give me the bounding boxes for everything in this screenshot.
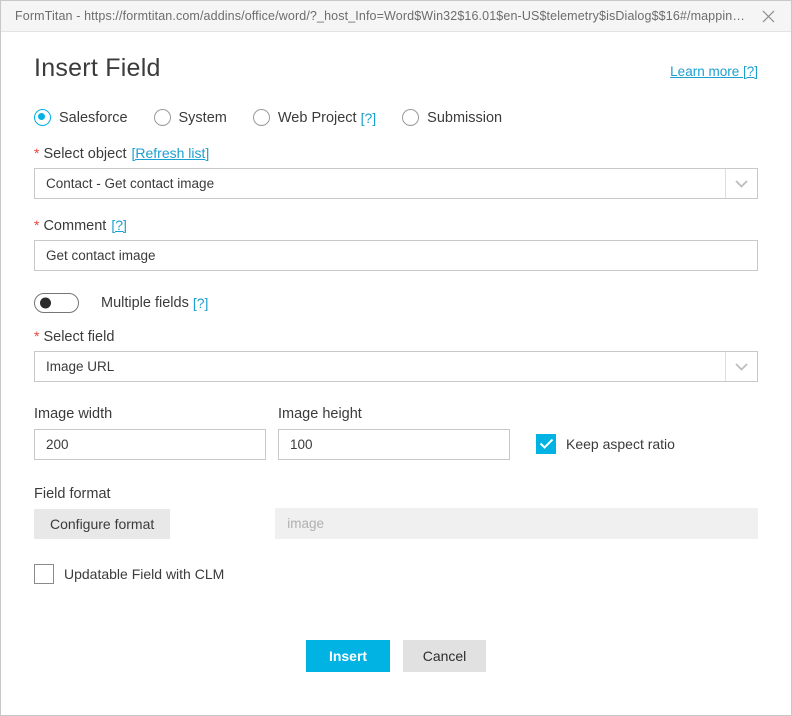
- chevron-down-icon: [725, 352, 757, 381]
- radio-circle-icon: [402, 109, 420, 126]
- keep-aspect-ratio-label: Keep aspect ratio: [566, 436, 675, 452]
- comment-label: * Comment [?]: [34, 217, 758, 234]
- radio-label-web-project: Web Project: [277, 109, 357, 126]
- image-height-label-text: Image height: [278, 406, 362, 422]
- field-format-preview-input[interactable]: [275, 508, 758, 539]
- refresh-list-link[interactable]: [Refresh list]: [131, 145, 209, 161]
- learn-more-link[interactable]: Learn more [?]: [670, 64, 758, 79]
- radio-circle-icon: [34, 109, 51, 126]
- select-field-label: * Select field: [34, 329, 758, 345]
- required-indicator: *: [34, 217, 40, 233]
- image-width-input[interactable]: [34, 429, 266, 460]
- select-object-label: * Select object [Refresh list]: [34, 145, 758, 162]
- multiple-fields-help-link[interactable]: [?]: [193, 295, 209, 311]
- dialog-window: FormTitan - https://formtitan.com/addins…: [0, 0, 792, 716]
- comment-input[interactable]: [34, 240, 758, 271]
- title-bar: FormTitan - https://formtitan.com/addins…: [1, 1, 791, 32]
- keep-aspect-ratio-checkbox[interactable]: [536, 434, 556, 454]
- select-object-group: * Select object [Refresh list] Contact -…: [34, 145, 758, 199]
- radio-circle-icon: [153, 109, 171, 126]
- radio-system[interactable]: System: [153, 109, 227, 126]
- close-button[interactable]: [746, 1, 791, 32]
- header-row: Insert Field Learn more [?]: [34, 54, 758, 83]
- insert-button[interactable]: Insert: [306, 640, 390, 672]
- radio-label-system: System: [178, 109, 227, 126]
- learn-more-label: Learn more: [670, 64, 740, 79]
- dialog-content: Insert Field Learn more [?] Salesforce S…: [1, 32, 791, 715]
- field-format-row: Configure format: [34, 508, 758, 539]
- chevron-down-icon: [725, 169, 757, 198]
- image-width-group: Image width: [34, 406, 266, 460]
- multiple-fields-row: Multiple fields [?]: [34, 293, 758, 313]
- image-width-label: Image width: [34, 406, 266, 422]
- radio-label-submission: Submission: [427, 109, 503, 126]
- toggle-knob-icon: [40, 297, 51, 309]
- select-field-group: * Select field Image URL: [34, 329, 758, 382]
- select-object-value: Contact - Get contact image: [46, 176, 215, 191]
- configure-format-button[interactable]: Configure format: [34, 508, 171, 539]
- image-height-input[interactable]: [278, 429, 510, 460]
- image-height-group: Image height: [278, 406, 510, 460]
- comment-group: * Comment [?]: [34, 217, 758, 271]
- comment-help-link[interactable]: [?]: [111, 217, 127, 233]
- field-format-group: Field format Configure format: [34, 486, 758, 539]
- radio-label-salesforce: Salesforce: [59, 109, 128, 126]
- cancel-button[interactable]: Cancel: [403, 640, 486, 672]
- page-title: Insert Field: [34, 54, 161, 82]
- keep-aspect-ratio-row[interactable]: Keep aspect ratio: [536, 434, 675, 460]
- field-format-label: Field format: [34, 486, 758, 502]
- radio-web-project[interactable]: Web Project [?]: [252, 109, 377, 126]
- radio-submission[interactable]: Submission: [402, 109, 502, 126]
- source-type-radio-group: Salesforce System Web Project [?] Submis…: [34, 109, 758, 126]
- dialog-actions: Insert Cancel: [34, 640, 758, 672]
- web-project-help-link[interactable]: [?]: [361, 110, 377, 126]
- close-icon: [762, 10, 775, 23]
- select-object-label-text: Select object: [43, 146, 127, 162]
- select-field-value: Image URL: [46, 359, 115, 374]
- updatable-field-row[interactable]: Updatable Field with CLM: [34, 564, 758, 584]
- select-field-label-text: Select field: [43, 329, 115, 345]
- updatable-field-label: Updatable Field with CLM: [64, 566, 225, 582]
- radio-salesforce[interactable]: Salesforce: [34, 109, 128, 126]
- select-field-dropdown[interactable]: Image URL: [34, 351, 758, 382]
- required-indicator: *: [34, 145, 40, 161]
- radio-circle-icon: [252, 109, 270, 126]
- image-height-label: Image height: [278, 406, 510, 422]
- field-format-label-text: Field format: [34, 486, 111, 502]
- window-title: FormTitan - https://formtitan.com/addins…: [15, 9, 746, 23]
- image-width-label-text: Image width: [34, 406, 113, 422]
- multiple-fields-label: Multiple fields: [101, 295, 189, 311]
- image-size-row: Image width Image height Keep aspect rat…: [34, 406, 758, 460]
- multiple-fields-toggle[interactable]: [34, 293, 79, 313]
- required-indicator: *: [34, 328, 40, 344]
- learn-more-help-icon: [?]: [742, 64, 758, 79]
- select-object-dropdown[interactable]: Contact - Get contact image: [34, 168, 758, 199]
- updatable-field-checkbox[interactable]: [34, 564, 54, 584]
- comment-label-text: Comment: [43, 218, 107, 234]
